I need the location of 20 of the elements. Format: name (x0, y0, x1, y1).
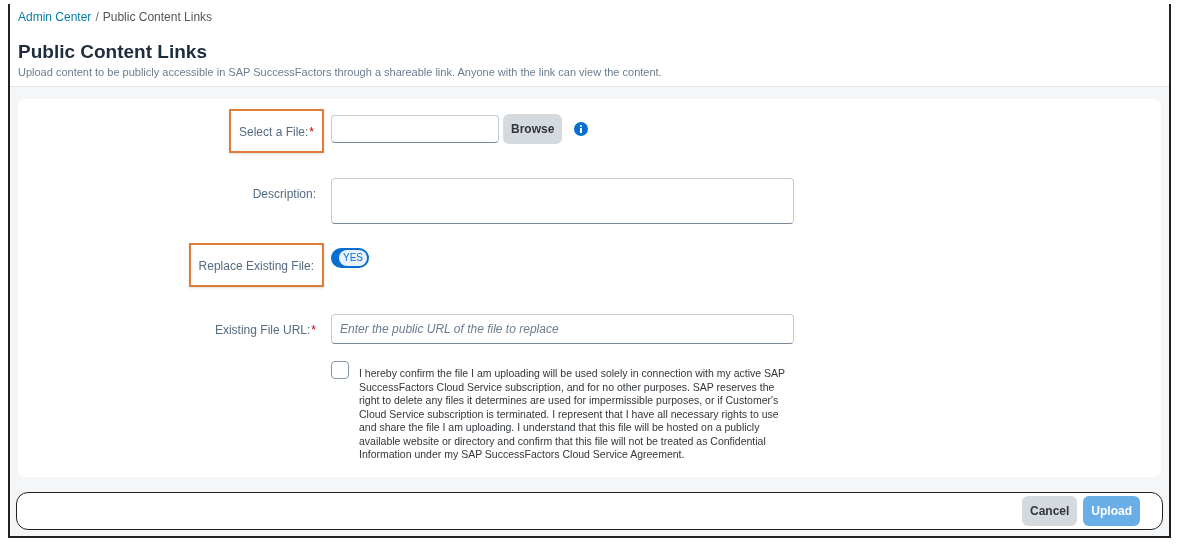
file-field[interactable] (331, 115, 499, 144)
breadcrumb-link[interactable]: Admin Center (18, 8, 92, 26)
description-field[interactable] (331, 178, 794, 225)
browse-button[interactable]: Browse (503, 114, 563, 145)
required-mark: * (311, 323, 316, 338)
page-title: Public Content Links (18, 40, 208, 64)
toggle-switch[interactable]: YES (331, 248, 369, 269)
field-label: Description: (252, 187, 316, 202)
agreement-text: I hereby confirm the file I am uploading will be used solely in connection with my active SAP SuccessFactors Cloud Service subscription, and for no other purposes. SAP reserves the right to delete any files it determines are used for impermissible purposes, or if Customer's Cloud Service subscription is terminated. I represent that I have all necessary rights to use and share the file I am uploading. I understand that this file will be hosted on a publicly available website or directory and confirm that this file will not be treated as Confidential Information under my SAP SuccessFactors Cloud Service Agreement. (359, 367, 786, 462)
agreement-checkbox[interactable] (331, 361, 349, 380)
breadcrumb-current: Public Content Links (102, 9, 213, 26)
field-label: Select a File: (238, 125, 309, 140)
field-label: Existing File URL: (214, 323, 311, 338)
cancel-button[interactable]: Cancel (1021, 496, 1078, 526)
info-icon[interactable] (574, 122, 589, 137)
page-subtitle: Upload content to be publicly accessible in SAP SuccessFactors through a shareable link. Anyone with the link can view the content. (18, 64, 663, 80)
breadcrumb-separator: / (95, 9, 99, 26)
url-field[interactable]: Enter the public URL of the file to replace (331, 314, 794, 345)
required-mark: * (309, 125, 314, 140)
field-label: Replace Existing File: (198, 259, 314, 274)
